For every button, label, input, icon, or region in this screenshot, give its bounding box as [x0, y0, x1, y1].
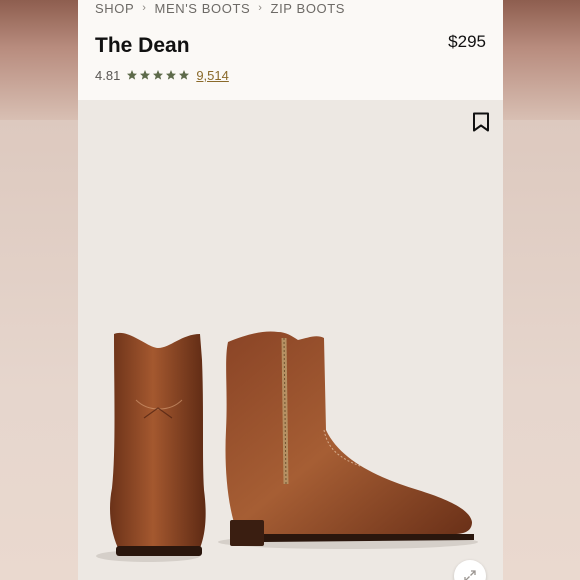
product-price: $295 [448, 32, 486, 51]
breadcrumb-separator: › [142, 2, 147, 14]
rating-row: 4.81 9,514 [95, 66, 229, 84]
boots-illustration [96, 331, 478, 562]
star-rating [126, 69, 190, 81]
breadcrumb-shop[interactable]: SHOP [95, 1, 134, 16]
breadcrumb-separator: › [258, 2, 263, 14]
bookmark-icon[interactable] [472, 112, 490, 132]
product-title: The Dean [95, 34, 190, 57]
star-icon [140, 70, 151, 80]
star-icon [179, 70, 190, 80]
star-icon [127, 70, 138, 80]
review-count-link[interactable]: 9,514 [196, 68, 229, 83]
breadcrumb: SHOP › MEN'S BOOTS › ZIP BOOTS [95, 0, 345, 16]
rating-value: 4.81 [95, 67, 121, 83]
product-card: SHOP › MEN'S BOOTS › ZIP BOOTS The Dean … [78, 0, 503, 580]
star-icon [153, 70, 164, 80]
product-image [78, 100, 503, 580]
breadcrumb-mens-boots[interactable]: MEN'S BOOTS [155, 1, 251, 16]
star-icon [166, 70, 177, 80]
expand-icon [464, 570, 476, 580]
breadcrumb-zip-boots[interactable]: ZIP BOOTS [271, 1, 346, 16]
